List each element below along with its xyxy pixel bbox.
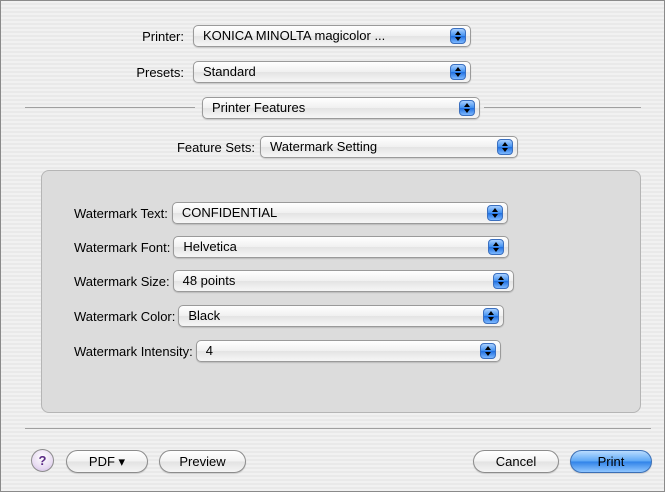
watermark-text-value: CONFIDENTIAL <box>181 205 278 220</box>
up-down-arrows-icon <box>483 308 500 324</box>
printer-label: Printer: <box>142 28 184 44</box>
up-down-arrows-icon <box>450 64 466 80</box>
help-icon[interactable]: ? <box>31 449 54 472</box>
watermark-text-row: Watermark Text: CONFIDENTIAL <box>74 202 508 224</box>
watermark-font-popup[interactable]: Helvetica <box>173 236 510 258</box>
presets-label: Presets: <box>136 64 184 80</box>
watermark-font-value: Helvetica <box>183 239 237 254</box>
up-down-arrows-icon <box>488 239 505 255</box>
feature-sets-popup[interactable]: Watermark Setting <box>260 136 518 158</box>
up-down-arrows-icon <box>450 28 466 44</box>
watermark-text-popup[interactable]: CONFIDENTIAL <box>171 202 508 224</box>
print-dialog: Printer: KONICA MINOLTA magicolor ... Pr… <box>0 0 665 492</box>
watermark-font-row: Watermark Font: Helvetica <box>74 236 510 258</box>
print-button[interactable]: Print <box>570 450 652 473</box>
feature-sets-row: Feature Sets: Watermark Setting <box>1 136 518 158</box>
watermark-intensity-value: 4 <box>205 343 213 358</box>
watermark-text-label: Watermark Text: <box>74 205 168 221</box>
pdf-button[interactable]: PDF ▾ <box>66 450 148 473</box>
watermark-size-label: Watermark Size: <box>74 273 170 289</box>
watermark-intensity-popup[interactable]: 4 <box>195 340 501 362</box>
watermark-color-label: Watermark Color: <box>74 308 176 324</box>
footer-separator <box>25 428 651 429</box>
up-down-arrows-icon <box>486 205 503 221</box>
watermark-font-label: Watermark Font: <box>74 239 171 255</box>
up-down-arrows-icon <box>492 273 509 289</box>
watermark-size-row: Watermark Size: 48 points <box>74 270 514 292</box>
watermark-color-value: Black <box>188 308 221 323</box>
presets-value: Standard <box>203 64 256 79</box>
up-down-arrows-icon <box>459 100 475 116</box>
feature-sets-value: Watermark Setting <box>270 139 378 154</box>
watermark-intensity-row: Watermark Intensity: 4 <box>74 340 501 362</box>
preview-button[interactable]: Preview <box>159 450 246 473</box>
watermark-color-popup[interactable]: Black <box>178 305 505 327</box>
separator-right <box>484 107 641 108</box>
separator-left <box>25 107 195 108</box>
printer-popup[interactable]: KONICA MINOLTA magicolor ... <box>193 25 471 47</box>
panel-value: Printer Features <box>212 100 306 115</box>
feature-sets-label: Feature Sets: <box>176 139 255 155</box>
presets-row: Presets: Standard <box>1 61 471 83</box>
watermark-intensity-label: Watermark Intensity: <box>74 343 193 359</box>
printer-value: KONICA MINOLTA magicolor ... <box>203 28 386 43</box>
up-down-arrows-icon <box>497 139 513 155</box>
watermark-size-popup[interactable]: 48 points <box>172 270 514 292</box>
panel-popup[interactable]: Printer Features <box>202 97 480 119</box>
presets-popup[interactable]: Standard <box>193 61 471 83</box>
panel-row: Printer Features <box>202 97 480 119</box>
cancel-button[interactable]: Cancel <box>473 450 559 473</box>
up-down-arrows-icon <box>479 343 496 359</box>
watermark-size-value: 48 points <box>182 273 236 288</box>
printer-row: Printer: KONICA MINOLTA magicolor ... <box>1 25 471 47</box>
watermark-color-row: Watermark Color: Black <box>74 305 505 327</box>
